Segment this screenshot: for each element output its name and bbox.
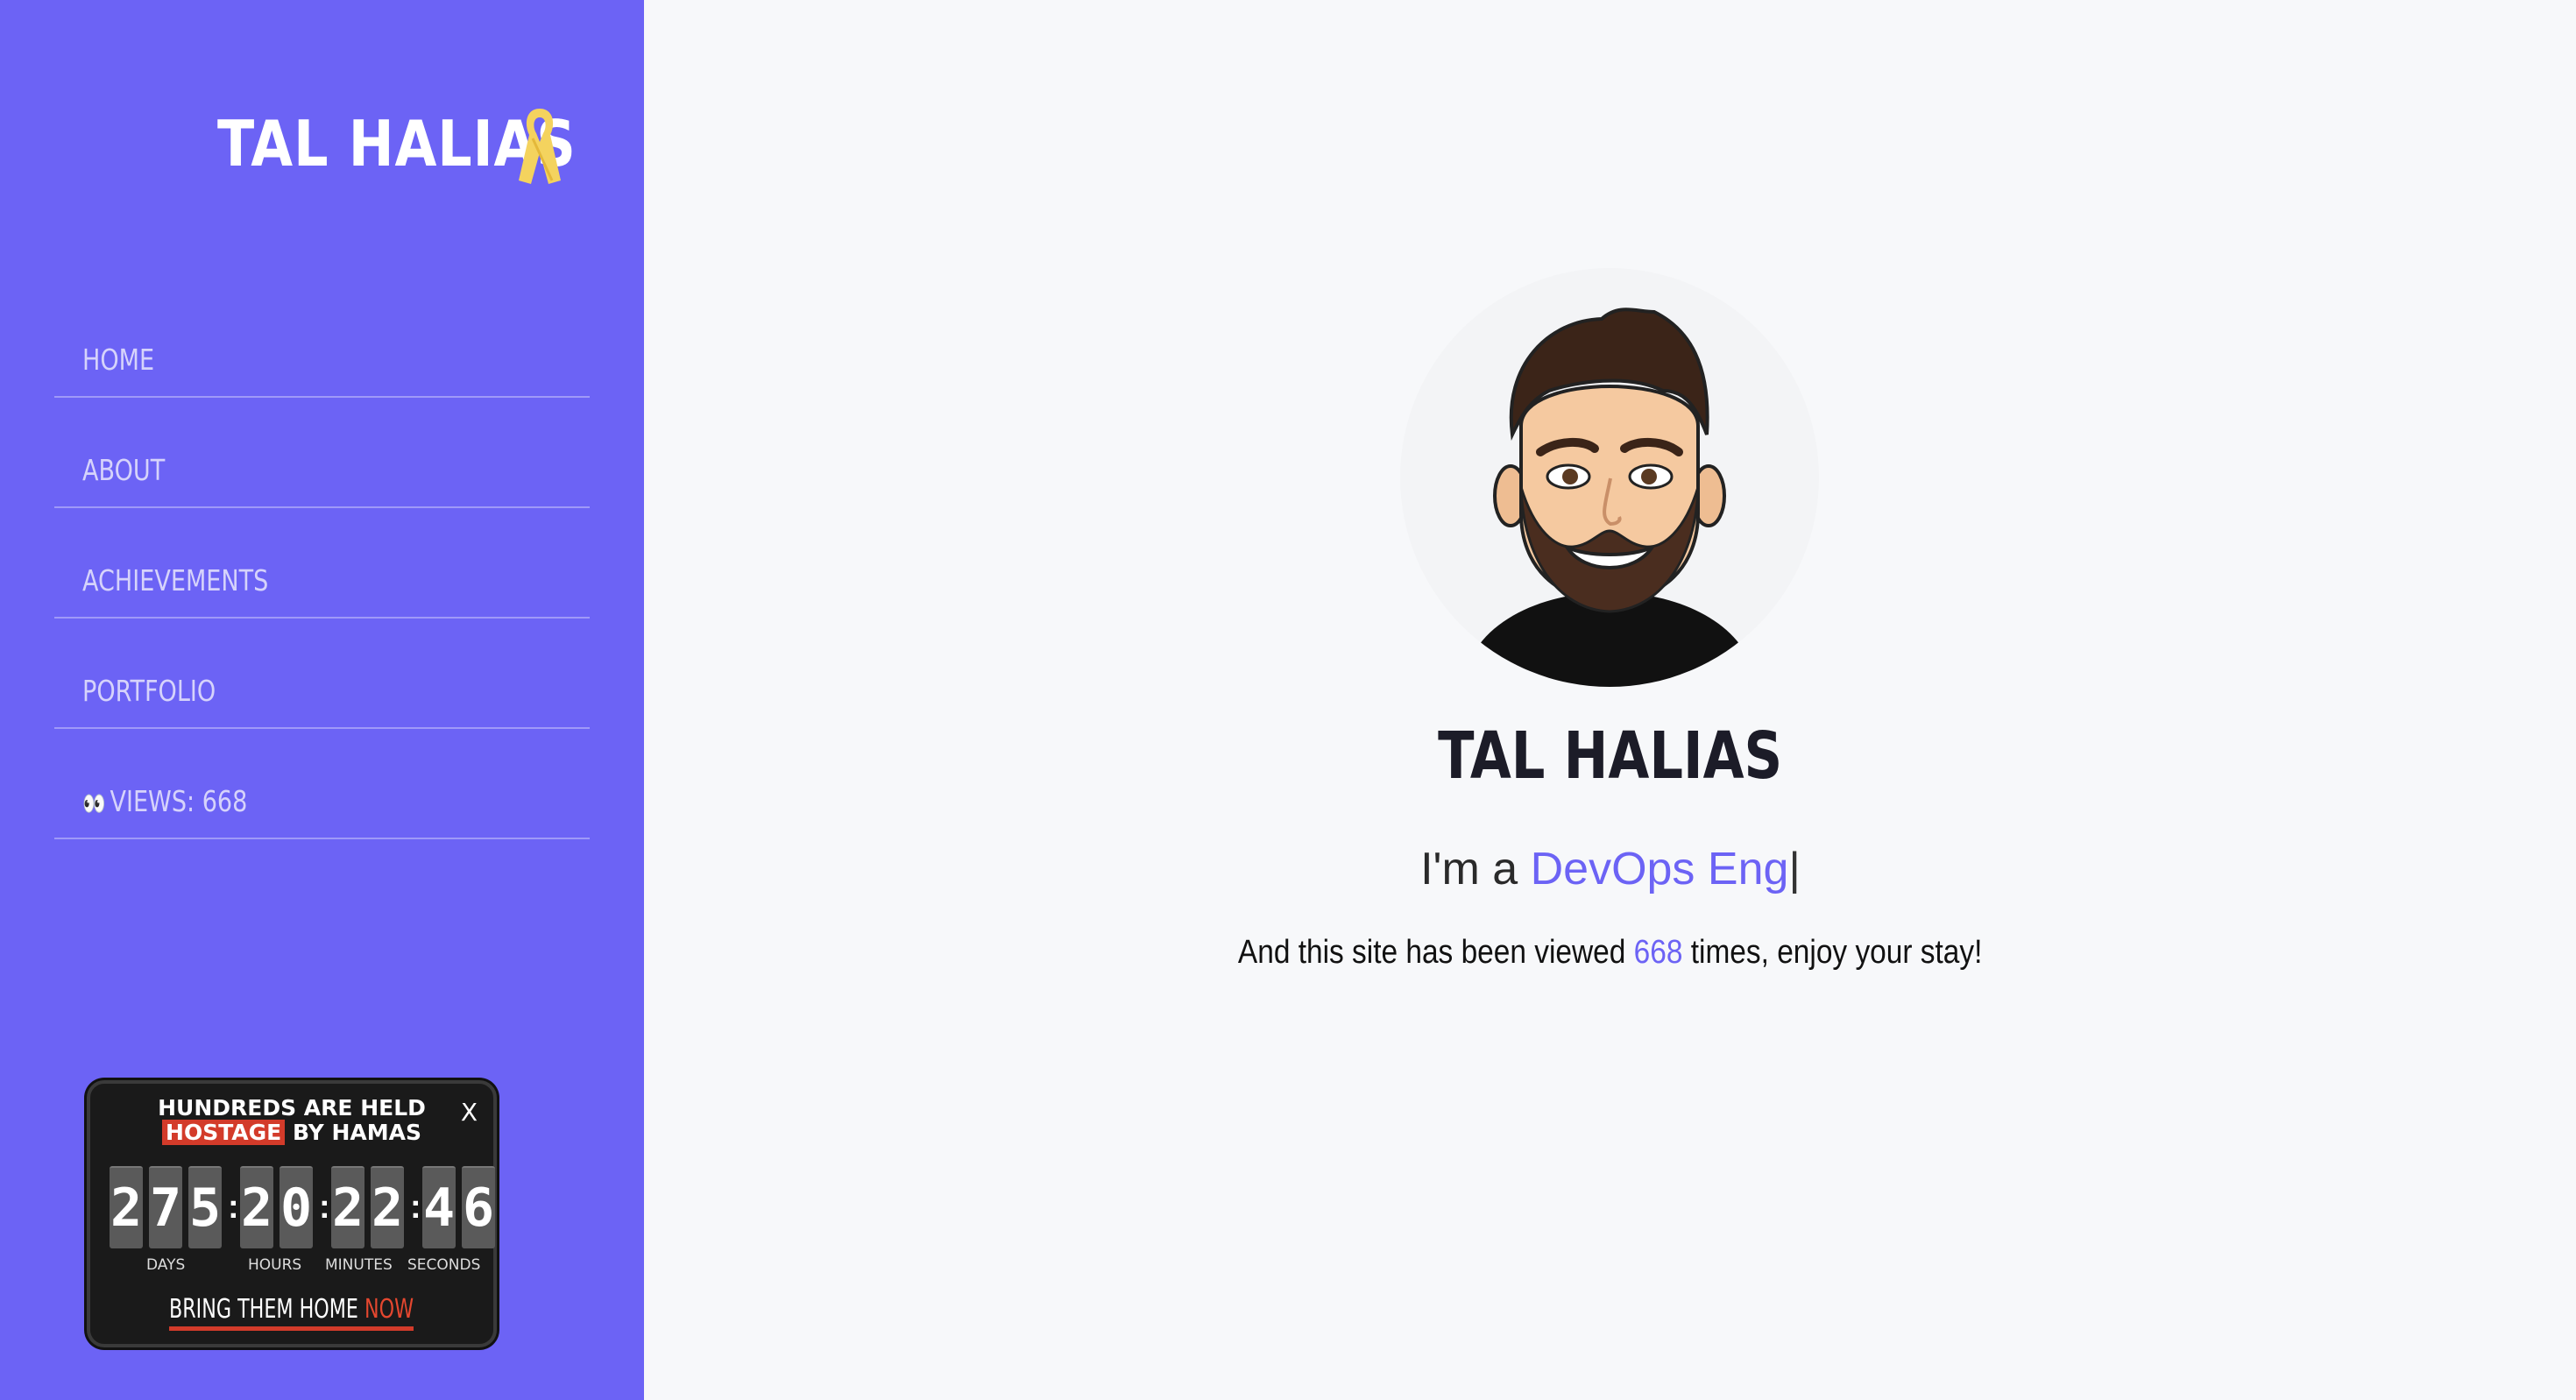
nav-item-label: PORTFOLIO: [82, 674, 216, 708]
countdown-separator: :: [319, 1188, 330, 1226]
unit-seconds: SECONDS: [407, 1256, 481, 1274]
nav-item-label: ABOUT: [82, 453, 166, 487]
sidebar: TAL HALIAS HOME ABOUT ACHIEVEMENTS PORTF…: [0, 0, 644, 1400]
avatar-image: [1479, 308, 1740, 687]
countdown-digit: 6: [462, 1166, 495, 1248]
nav-item-portfolio[interactable]: PORTFOLIO: [54, 619, 590, 729]
countdown-digit: 0: [280, 1166, 313, 1248]
views-count: 668: [1633, 934, 1683, 971]
avatar: [1400, 268, 1819, 687]
unit-days: DAYS: [146, 1256, 186, 1274]
countdown-digit: 2: [240, 1166, 273, 1248]
countdown-digit: 4: [422, 1166, 456, 1248]
nav-item-about[interactable]: ABOUT: [54, 398, 590, 508]
countdown-separator: :: [228, 1188, 239, 1226]
views-statement: And this site has been viewed 668 times,…: [876, 934, 2345, 972]
hostage-countdown-widget: X HUNDREDS ARE HELD HOSTAGE BY HAMAS 2 7…: [87, 1080, 497, 1347]
typed-tagline: I'm a DevOps Eng|: [876, 843, 2345, 895]
widget-title-rest: BY HAMAS: [285, 1120, 421, 1145]
cta-accent: NOW: [364, 1294, 414, 1325]
page-title: TAL HALIAS: [1438, 718, 1783, 794]
countdown-separator: :: [410, 1188, 421, 1226]
cta-main: BRING THEM HOME: [169, 1294, 365, 1325]
unit-hours: HOURS: [248, 1256, 302, 1274]
brand[interactable]: TAL HALIAS: [217, 107, 634, 184]
views-prefix: And this site has been viewed: [1238, 934, 1634, 971]
countdown-digit: 2: [331, 1166, 364, 1248]
eyes-icon: 👀: [82, 791, 106, 817]
unit-minutes: MINUTES: [325, 1256, 393, 1274]
countdown-digit: 7: [149, 1166, 182, 1248]
countdown-digit: 5: [188, 1166, 222, 1248]
nav-item-label: HOME: [82, 343, 155, 377]
yellow-ribbon-icon: [519, 109, 561, 184]
countdown-digits: 2 7 5 : 2 0 : 2 2 : 4 6: [110, 1166, 501, 1248]
countdown-digit: 2: [110, 1166, 143, 1248]
views-suffix: times, enjoy your stay!: [1682, 934, 1983, 971]
widget-title-highlight: HOSTAGE: [162, 1120, 286, 1145]
tagline-typed: DevOps Eng: [1530, 844, 1789, 894]
widget-title: HUNDREDS ARE HELD HOSTAGE BY HAMAS: [90, 1096, 493, 1145]
typing-cursor: |: [1788, 844, 1801, 894]
nav-item-label: ACHIEVEMENTS: [82, 563, 269, 597]
nav-item-views[interactable]: 👀 VIEWS: 668: [54, 729, 590, 839]
nav-item-achievements[interactable]: ACHIEVEMENTS: [54, 508, 590, 619]
main-nav: HOME ABOUT ACHIEVEMENTS PORTFOLIO 👀 VIEWS…: [54, 326, 590, 839]
tagline-prefix: I'm a: [1420, 844, 1531, 894]
widget-title-line1: HUNDREDS ARE HELD: [158, 1095, 426, 1121]
nav-item-label: VIEWS: 668: [110, 784, 248, 818]
countdown-digit: 2: [371, 1166, 404, 1248]
nav-item-home[interactable]: HOME: [54, 326, 590, 398]
bring-them-home-link[interactable]: BRING THEM HOME NOW: [90, 1294, 493, 1331]
